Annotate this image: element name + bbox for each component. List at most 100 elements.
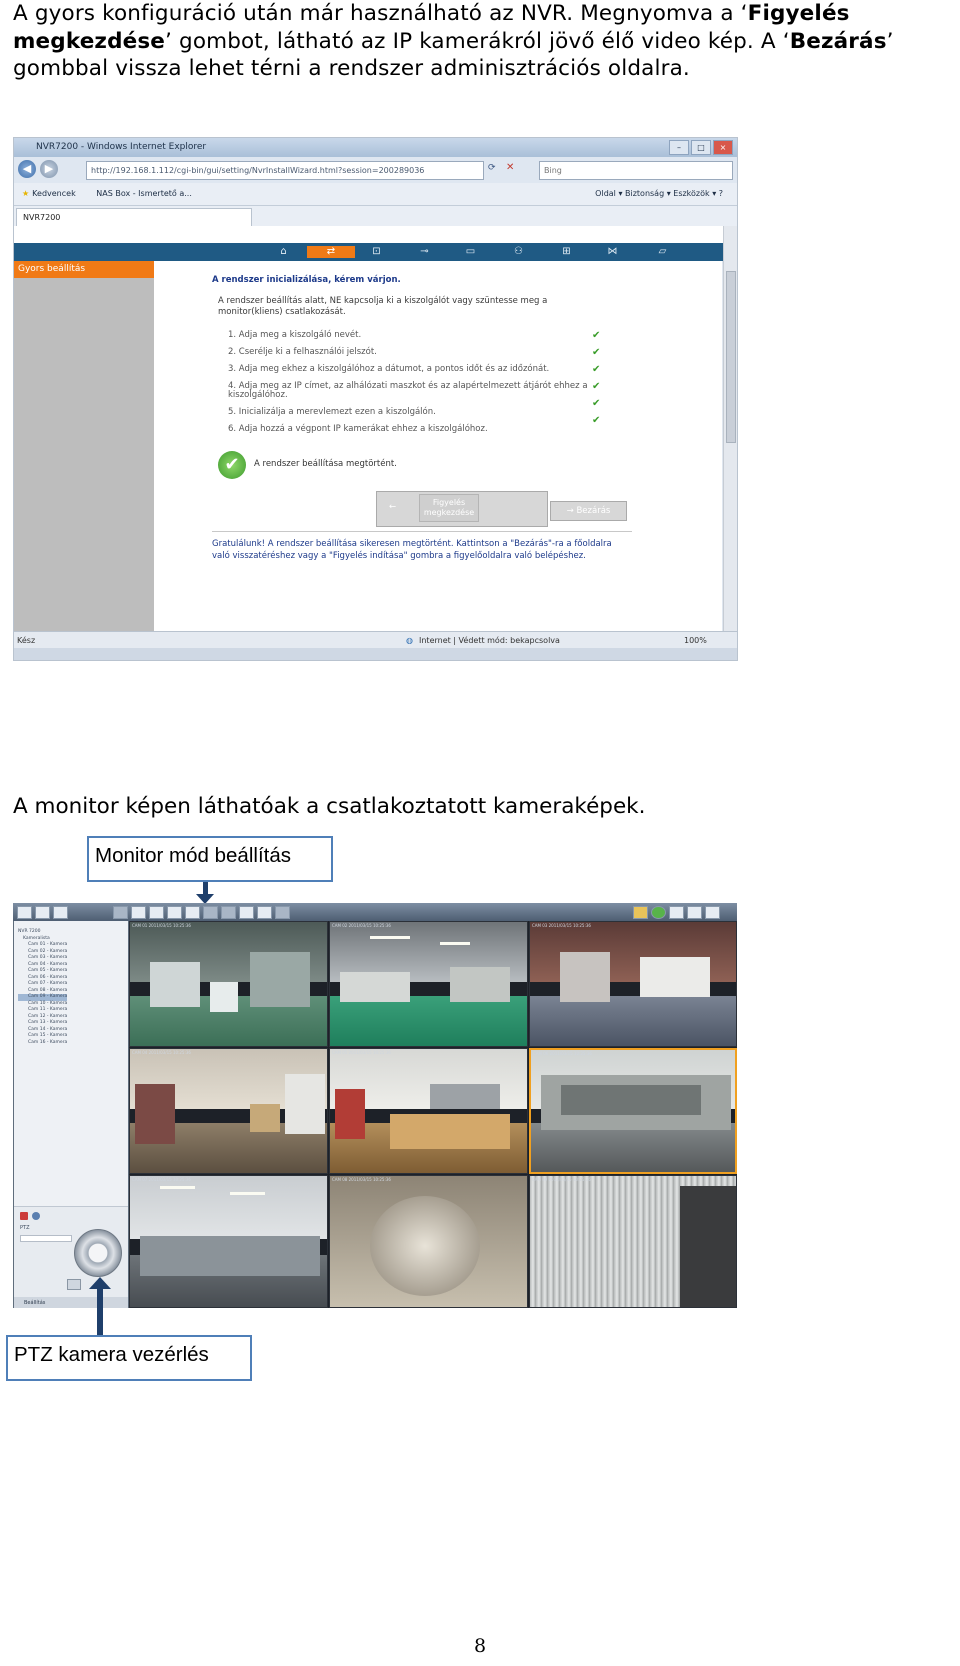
callout-monitor-mode: Monitor mód beállítás [87,836,333,882]
start-monitoring-button[interactable]: Figyelés megkezdése [419,494,479,522]
camera-tree: NVR 7200 Kameralista Cam 01 - Kamera Cam… [18,929,68,1047]
camera-settings-icon[interactable]: ⊡ [364,246,389,258]
layout-2x2-icon[interactable] [131,906,146,919]
log-icon[interactable]: ⋈ [600,246,625,258]
close-icon[interactable]: × [713,140,733,155]
play-icon[interactable] [35,906,50,919]
camera-view[interactable]: CAM 01 2011/03/15 10:25:36 [129,921,328,1047]
browser-titlebar: NVR7200 - Windows Internet Explorer – □ … [14,138,737,157]
address-bar-row: ◀ ▶ http://192.168.1.112/cgi-bin/gui/set… [14,157,737,183]
storage-icon[interactable]: ▭ [458,246,483,258]
settings-icon[interactable] [669,906,684,919]
page-number: 8 [473,1635,487,1657]
divider [212,531,632,532]
intro-text-2: ’ gombot, látható az IP kamerákról jövő … [165,28,790,54]
status-icon[interactable] [651,906,666,919]
camera-view[interactable]: CAM 07 2011/03/15 10:25:36 [129,1175,328,1308]
home-icon[interactable]: ⌂ [271,246,296,258]
favorites-star-icon[interactable]: ★ [22,189,29,198]
window-controls: – □ × [669,140,733,155]
camera-label: CAM 06 2011/03/15 10:25:36 [533,1051,592,1056]
arrow-up-icon [97,1287,103,1335]
nvr-sidebar: Gyors beállítás [14,261,154,631]
system-icon[interactable]: ⊞ [554,246,579,258]
minimize-icon[interactable]: – [669,140,689,155]
layout-6x6-icon[interactable] [203,906,218,919]
nvr-main-panel: A rendszer inicializálása, kérem várjon.… [154,261,722,631]
zoom-icon[interactable] [67,1279,81,1290]
browser-screenshot: NVR7200 - Windows Internet Explorer – □ … [13,137,738,661]
camera-view[interactable]: CAM 09 2011/03/15 10:25:36 [529,1175,737,1308]
zoom-level[interactable]: 100% [684,632,707,649]
globe-icon: ◍ [406,636,413,645]
camera-view[interactable]: CAM 06 2011/03/15 10:25:36 [529,1048,737,1174]
address-input[interactable]: http://192.168.1.112/cgi-bin/gui/setting… [86,161,484,180]
tab-nvr[interactable]: NVR7200 [16,208,252,227]
ptz-direction-wheel[interactable] [74,1229,122,1277]
camera-label: CAM 02 2011/03/15 10:25:36 [332,923,391,928]
list-item: 5. Inicializálja a merevlemezt ezen a ki… [228,407,436,417]
tree-item[interactable]: Cam 16 - Kamera [18,1040,67,1047]
playback-icon[interactable] [53,906,68,919]
layout-custom-icon[interactable] [221,906,236,919]
fullscreen-icon[interactable] [257,906,272,919]
close-button[interactable]: → Bezárás [550,501,627,521]
alarm-icon[interactable] [633,906,648,919]
congrats-text: Gratulálunk! A rendszer beállítása siker… [212,539,612,561]
stop-icon[interactable]: ✕ [506,162,514,173]
sidebar-item-quick-setup[interactable]: Gyors beállítás [14,261,154,278]
layout-3x3-icon[interactable] [149,906,164,919]
nvr-step-list: 1. Adja meg a kiszolgáló nevét. 2. Cseré… [228,327,618,438]
sequence-icon[interactable] [239,906,254,919]
camera-view[interactable]: CAM 02 2011/03/15 10:25:36 [329,921,528,1047]
refresh-icon[interactable]: ⟳ [488,163,496,173]
snapshot-icon[interactable] [275,906,290,919]
favorites-label[interactable]: Kedvencek [32,189,76,198]
ptz-label: PTZ [20,1225,30,1231]
quick-setup-icon[interactable]: ⇄ [307,246,355,258]
camera-label: CAM 07 2011/03/15 10:25:36 [132,1177,191,1182]
setup-done-text: A rendszer beállítása megtörtént. [254,459,397,469]
camera-label: CAM 08 2011/03/15 10:25:36 [332,1177,391,1182]
layout-1-icon[interactable] [17,906,32,919]
layout-4x4-icon[interactable] [167,906,182,919]
command-bar[interactable]: Oldal ▾ Biztonság ▾ Eszközök ▾ ? [595,183,723,205]
camera-view[interactable]: CAM 03 2011/03/15 10:25:36 [529,921,737,1047]
exit-icon[interactable] [705,906,720,919]
maximize-icon[interactable]: □ [691,140,711,155]
camera-label: CAM 09 2011/03/15 10:25:36 [532,1177,591,1182]
back-icon[interactable]: ◀ [18,160,36,178]
success-check-icon: ✔ [218,451,246,479]
help-icon[interactable] [687,906,702,919]
monitor-screenshot: NVR 7200 Kameralista Cam 01 - Kamera Cam… [13,903,737,1308]
network-icon[interactable]: ⊸ [412,246,437,258]
step-checks: ✔ ✔ ✔ ✔ ✔ ✔ [592,327,600,429]
list-item: 4. Adja meg az IP címet, az alhálózati m… [228,381,588,400]
forward-icon[interactable]: ▶ [40,160,58,178]
favorite-link[interactable]: NAS Box - Ismertető a... [96,189,192,198]
camera-view[interactable]: CAM 08 2011/03/15 10:25:36 [329,1175,528,1308]
nvr-intro-text: A rendszer beállítás alatt, NE kapcsolja… [218,296,548,317]
camera-label: CAM 05 2011/03/15 10:25:36 [332,1050,391,1055]
ptz-toggle-icon[interactable] [32,1212,40,1220]
camera-view[interactable]: CAM 04 2011/03/15 10:25:36 [129,1048,328,1174]
list-item: 3. Adja meg ekhez a kiszolgálóhoz a dátu… [228,364,550,374]
layout-1x1-icon[interactable] [113,906,128,919]
scrollbar-thumb[interactable] [726,271,736,443]
users-icon[interactable]: ⚇ [506,246,531,258]
layout-5x5-icon[interactable] [185,906,200,919]
search-input[interactable]: Bing [539,161,733,180]
prev-button[interactable]: ← [389,502,396,512]
nvr-header [14,226,723,243]
vertical-scrollbar[interactable] [723,226,737,631]
intro-paragraph: A gyors konfiguráció után már használhat… [13,0,953,83]
check-icon: ✔ [592,381,601,392]
monitor-icon[interactable]: ▱ [650,246,675,258]
intro-bold-close: Bezárás [789,28,887,54]
check-icon: ✔ [592,364,601,375]
camera-view[interactable]: CAM 05 2011/03/15 10:25:36 [329,1048,528,1174]
preset-select[interactable] [20,1235,72,1242]
nvr-heading: A rendszer inicializálása, kérem várjon. [212,275,401,285]
ptz-settings-tab[interactable]: Beállítás [14,1297,128,1308]
record-icon[interactable] [20,1212,28,1220]
